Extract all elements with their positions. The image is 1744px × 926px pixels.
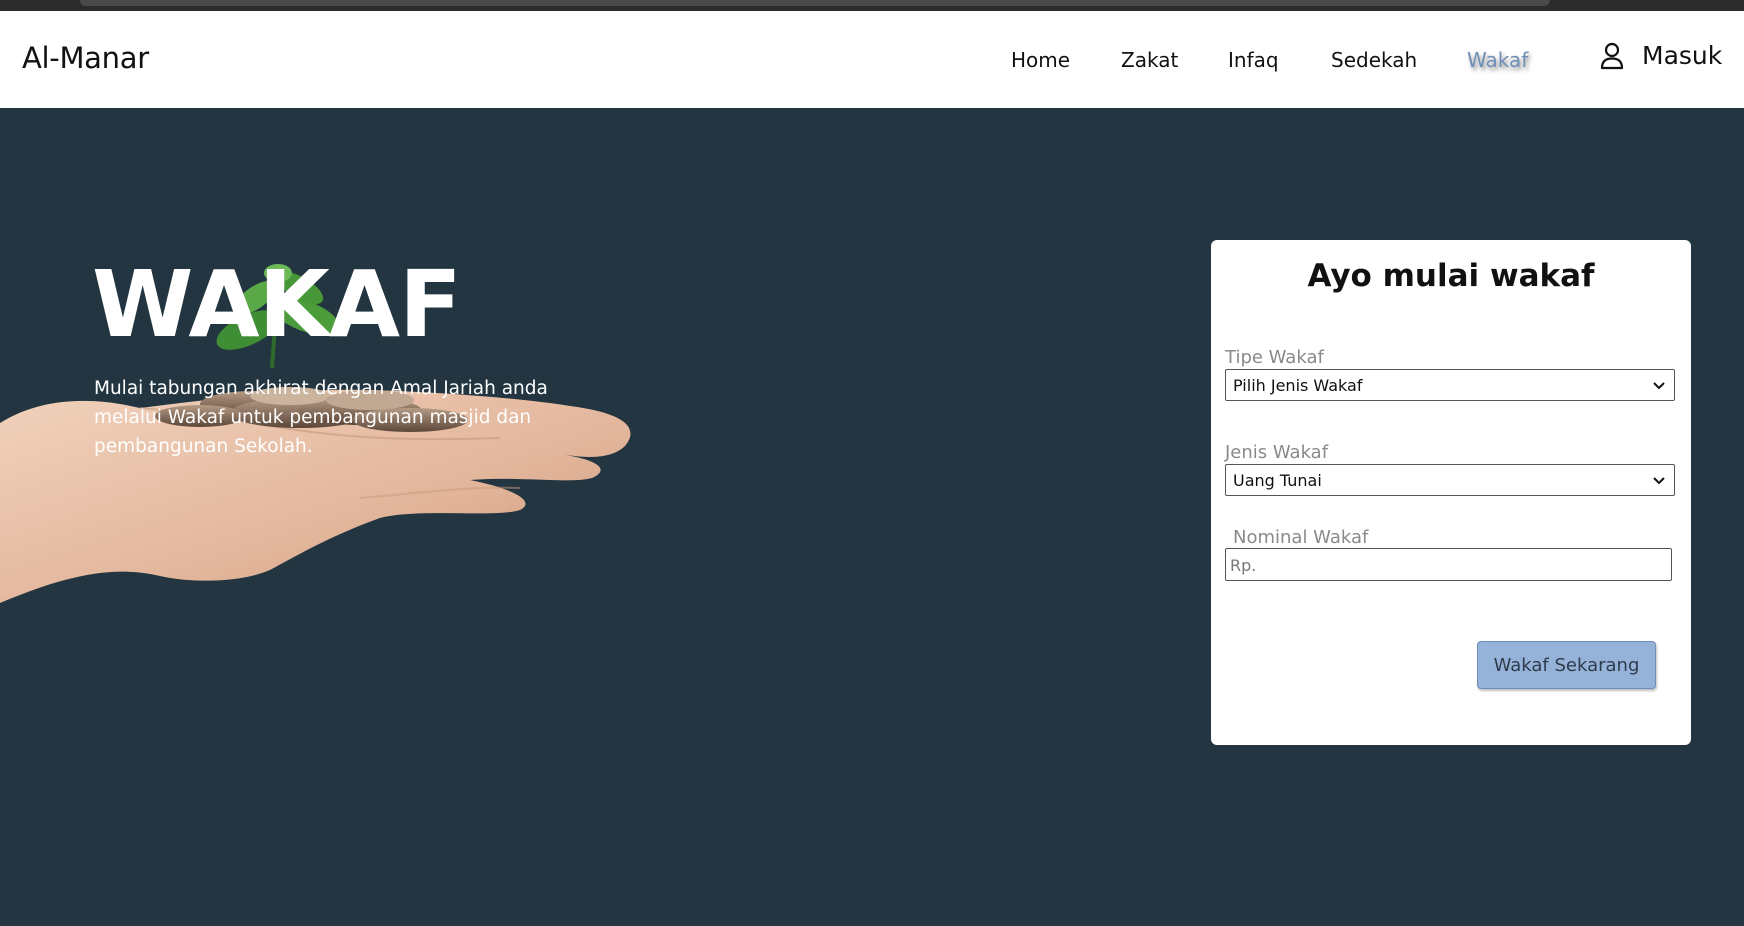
login-button[interactable]: Masuk — [1600, 41, 1722, 70]
form-title: Ayo mulai wakaf — [1307, 258, 1595, 294]
nav-home[interactable]: Home — [1011, 48, 1070, 72]
nominal-wakaf-placeholder: Rp. — [1230, 556, 1257, 575]
hero-section: WAKAF Mulai tabungan akhirat dengan Amal… — [0, 108, 1744, 926]
jenis-wakaf-value: Uang Tunai — [1233, 471, 1322, 490]
tipe-wakaf-label: Tipe Wakaf — [1225, 347, 1324, 368]
nav-sedekah[interactable]: Sedekah — [1331, 48, 1417, 72]
browser-top-strip — [0, 0, 1744, 11]
nominal-wakaf-label: Nominal Wakaf — [1233, 527, 1369, 548]
tipe-wakaf-select[interactable]: Pilih Jenis Wakaf — [1225, 369, 1675, 401]
user-icon — [1600, 42, 1624, 69]
login-label: Masuk — [1642, 41, 1723, 70]
jenis-wakaf-select[interactable]: Uang Tunai — [1225, 464, 1675, 496]
chevron-down-icon — [1653, 382, 1665, 390]
nav-zakat[interactable]: Zakat — [1121, 48, 1178, 72]
wakaf-form-card: Ayo mulai wakaf Tipe Wakaf Pilih Jenis W… — [1211, 240, 1691, 745]
brand-logo[interactable]: Al-Manar — [22, 41, 149, 75]
hero-title: WAKAF — [92, 251, 462, 358]
nav-infaq[interactable]: Infaq — [1228, 48, 1279, 72]
navbar: Al-Manar Home Zakat Infaq Sedekah Wakaf … — [0, 11, 1744, 108]
tipe-wakaf-value: Pilih Jenis Wakaf — [1233, 376, 1363, 395]
nav-wakaf[interactable]: Wakaf — [1467, 48, 1528, 72]
wakaf-sekarang-button[interactable]: Wakaf Sekarang — [1477, 641, 1656, 689]
chevron-down-icon — [1653, 477, 1665, 485]
nominal-wakaf-input[interactable]: Rp. — [1225, 548, 1672, 581]
hero-description: Mulai tabungan akhirat dengan Amal Jaria… — [94, 378, 548, 457]
jenis-wakaf-label: Jenis Wakaf — [1225, 442, 1329, 463]
browser-top-strip-inner — [80, 0, 1550, 6]
hand-with-coins-image — [0, 264, 631, 603]
